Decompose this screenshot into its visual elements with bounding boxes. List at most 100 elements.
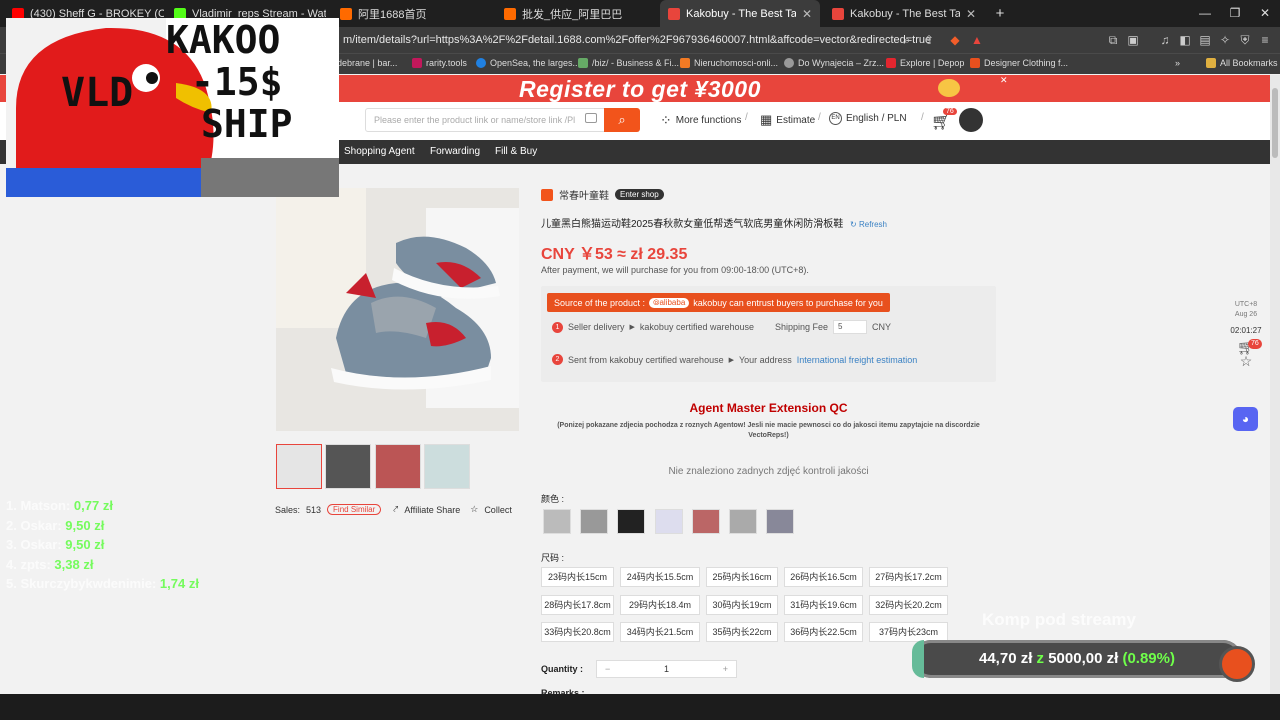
size-option[interactable]: 33码内长20.8cm [541, 622, 614, 642]
affiliate-share-button[interactable]: Affiliate Share [404, 505, 460, 515]
vpn-icon[interactable]: ⛨ [1238, 33, 1252, 47]
side-cart-icon[interactable]: 🛒︎ 76 [1228, 339, 1264, 354]
color-swatch[interactable] [692, 509, 720, 534]
collect-button[interactable]: Collect [484, 505, 512, 515]
donation-leaderboard-row: 2. Oskar: 9,50 zł [6, 518, 104, 533]
scrollbar-thumb[interactable] [1272, 88, 1278, 158]
leader-name: 1. Matson: [6, 498, 71, 513]
browser-tab-active[interactable]: Kakobuy - The Best Taobao Age ✕ [660, 0, 820, 27]
quantity-stepper[interactable]: − 1 + [596, 660, 737, 678]
color-swatch[interactable] [580, 509, 608, 534]
leo-icon[interactable]: ✧ [1218, 33, 1232, 47]
avatar[interactable] [959, 108, 983, 132]
thumbnail[interactable] [375, 444, 421, 489]
size-option[interactable]: 29码内长18.4m [620, 595, 700, 615]
bookmark-item[interactable]: Explore | Depop [886, 58, 964, 68]
refresh-button[interactable]: ↻ Refresh [850, 220, 887, 229]
size-option[interactable]: 28码内长17.8cm [541, 595, 614, 615]
search-button[interactable]: ⌕ [604, 108, 640, 132]
browser-tab[interactable]: 批发_供应_阿里巴巴 [496, 0, 656, 27]
url-field[interactable]: m/item/details?url=https%3A%2F%2Fdetail.… [343, 34, 931, 46]
thumbnail[interactable] [276, 444, 322, 489]
size-option[interactable]: 30码内长19cm [706, 595, 778, 615]
thumbnail[interactable] [325, 444, 371, 489]
donation-leaderboard-row: 4. zpts: 3,38 zł [6, 557, 93, 572]
size-option[interactable]: 36码内长22.5cm [784, 622, 863, 642]
search-input[interactable]: Please enter the product link or name/st… [365, 108, 605, 132]
bookmark-item[interactable]: Nieruchomosci-onli... [680, 58, 778, 68]
globe-icon [784, 58, 794, 68]
side-star-icon[interactable]: ☆ [1228, 354, 1264, 368]
nav-shopping-agent[interactable]: Shopping Agent [344, 146, 415, 157]
thumbnail[interactable] [424, 444, 470, 489]
size-option[interactable]: 34码内长21.5cm [620, 622, 700, 642]
estimate-button[interactable]: ▦ Estimate [760, 112, 815, 128]
more-bookmarks-icon[interactable]: » [1175, 58, 1180, 68]
color-swatch[interactable] [729, 509, 757, 534]
all-bookmarks[interactable]: All Bookmarks [1206, 58, 1278, 68]
brave-shield-icon[interactable]: ◆ [948, 33, 962, 47]
enter-shop-button[interactable]: Enter shop [615, 189, 664, 200]
discord-icon[interactable]: ◕ [1233, 407, 1258, 431]
plus-icon[interactable]: + [723, 664, 728, 674]
overlay-text-line2: -15$ [191, 60, 283, 104]
close-window-icon[interactable]: ✕ [1250, 0, 1280, 27]
find-similar-button[interactable]: Find Similar [327, 504, 382, 515]
language-button[interactable]: EN English / PLN [829, 112, 907, 125]
more-functions-button[interactable]: ⁘ More functions [660, 112, 741, 129]
scrollbar[interactable] [1270, 75, 1280, 694]
bookmark-item[interactable]: Designer Clothing f... [970, 58, 1068, 68]
browser-tab[interactable]: 阿里1688首页 [332, 0, 492, 27]
bookmark-item[interactable]: rarity.tools [412, 58, 467, 68]
bookmark-item[interactable]: /biz/ - Business & Fi... [578, 58, 679, 68]
new-tab-button[interactable]: + [985, 0, 1015, 27]
color-swatch[interactable] [655, 509, 683, 534]
quantity-value[interactable]: 1 [664, 664, 669, 674]
bookmark-item[interactable]: OpenSea, the larges... [476, 58, 580, 68]
image-search-icon[interactable] [585, 113, 597, 123]
minimize-icon[interactable]: — [1190, 0, 1220, 27]
size-option[interactable]: 27码内长17.2cm [869, 567, 948, 587]
color-swatch[interactable] [617, 509, 645, 534]
close-banner-icon[interactable]: ✕ [1000, 75, 1008, 86]
color-swatch[interactable] [543, 509, 571, 534]
thumbnail[interactable] [474, 444, 520, 489]
bookmark-item[interactable]: Odebrane | bar... [330, 58, 397, 68]
menu-icon[interactable]: ≡ [1258, 33, 1272, 47]
shipping-fee-input[interactable]: 5 [833, 320, 868, 334]
close-icon[interactable]: ✕ [802, 7, 812, 21]
browser-tab[interactable]: Kakobuy - The Best Taobao Age ✕ [824, 0, 984, 27]
sidebar-icon[interactable]: ▣ [1126, 33, 1140, 47]
rewards-icon[interactable]: ▲ [970, 33, 984, 47]
freight-estimation-link[interactable]: International freight estimation [797, 355, 918, 365]
wallet-icon[interactable]: ▤ [1198, 33, 1212, 47]
nav-forwarding[interactable]: Forwarding [430, 146, 480, 157]
size-option[interactable]: 37码内长23cm [869, 622, 948, 642]
share-icon[interactable]: ⇪ [922, 33, 936, 47]
size-option[interactable]: 24码内长15.5cm [620, 567, 700, 587]
banner-text: Register to get ¥3000 [519, 76, 761, 102]
color-swatch[interactable] [766, 509, 794, 534]
size-option[interactable]: 23码内长15cm [541, 567, 614, 587]
size-option[interactable]: 35码内长22cm [706, 622, 778, 642]
bookmark-label: Explore | Depop [900, 58, 965, 68]
cart-button[interactable]: 🛒︎ 76 [931, 108, 957, 132]
coin-icon [938, 79, 960, 97]
size-option[interactable]: 32码内长20.2cm [869, 595, 948, 615]
product-main-image[interactable] [276, 188, 519, 431]
size-option[interactable]: 31码内长19.6cm [784, 595, 863, 615]
size-option[interactable]: 26码内长16.5cm [784, 567, 863, 587]
close-icon[interactable]: ✕ [966, 7, 976, 21]
extensions-icon[interactable]: ⧉ [1106, 33, 1120, 47]
shop-name[interactable]: 常春叶童鞋 [559, 187, 609, 202]
media-icon[interactable]: ♫ [1158, 33, 1172, 47]
zoom-icon[interactable]: ⌕ [900, 33, 914, 47]
source-label: Source of the product : [554, 297, 646, 308]
step-text: Sent from kakobuy certified warehouse [568, 354, 724, 365]
minus-icon[interactable]: − [605, 664, 610, 674]
bookmark-item[interactable]: Do Wynajecia – Zrz... [784, 58, 884, 68]
restore-icon[interactable]: ❐ [1220, 0, 1250, 27]
nav-fill-buy[interactable]: Fill & Buy [495, 146, 537, 157]
size-option[interactable]: 25码内长16cm [706, 567, 778, 587]
panel-icon[interactable]: ◧ [1178, 33, 1192, 47]
